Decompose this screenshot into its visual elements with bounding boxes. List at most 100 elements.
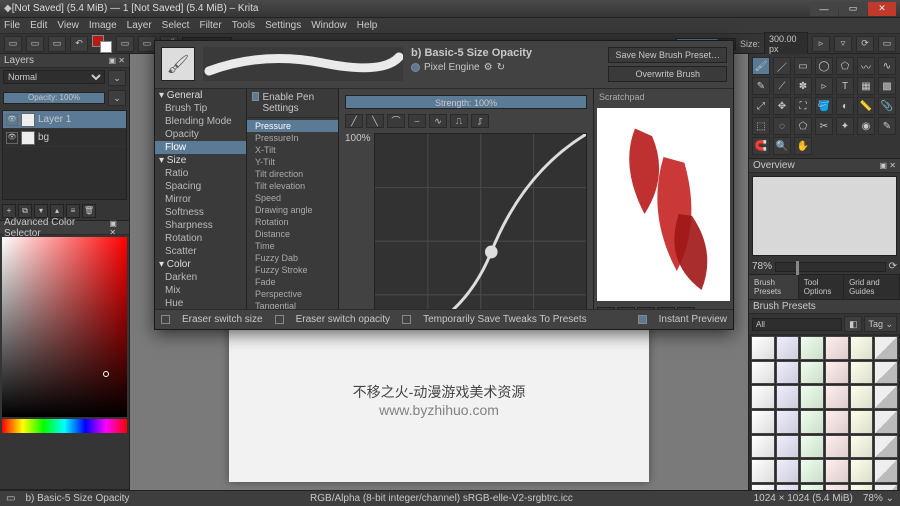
curve-preset-3[interactable]: ⌒: [387, 114, 405, 128]
brush-preset[interactable]: [825, 484, 849, 490]
color-swatch[interactable]: [92, 35, 112, 53]
brush-tree-item[interactable]: ▾ General: [155, 89, 246, 102]
brush-preset[interactable]: [776, 459, 800, 483]
temp-save-checkbox[interactable]: [402, 315, 411, 324]
visibility-icon[interactable]: 👁: [6, 132, 18, 144]
similar-select-tool[interactable]: ◉: [857, 117, 875, 135]
instant-preview-checkbox[interactable]: [638, 315, 647, 324]
size-input[interactable]: 300.00 px: [764, 32, 808, 56]
brush-preset[interactable]: [800, 484, 824, 490]
brush-preset[interactable]: [874, 435, 898, 459]
rect-select-tool[interactable]: ⬚: [752, 117, 770, 135]
layer-item[interactable]: 👁bg: [3, 129, 126, 147]
brush-tree-item[interactable]: Sharpness: [155, 219, 246, 232]
pattern-tool[interactable]: ▩: [878, 77, 896, 95]
wrap-button[interactable]: ⟳: [856, 36, 874, 52]
sensor-item[interactable]: X-Tilt: [247, 144, 338, 156]
visibility-icon[interactable]: 👁: [6, 114, 18, 126]
freehand-path-tool[interactable]: ✎: [752, 77, 770, 95]
bezier-select-tool[interactable]: ✎: [878, 117, 896, 135]
brush-preset[interactable]: [874, 459, 898, 483]
menu-select[interactable]: Select: [162, 20, 190, 31]
new-doc-button[interactable]: ▭: [4, 36, 22, 52]
gradient-chooser[interactable]: ▭: [116, 36, 134, 52]
brush-preset[interactable]: [825, 385, 849, 409]
assist-tool[interactable]: ◐: [836, 97, 854, 115]
sensor-item[interactable]: Time: [247, 240, 338, 252]
brush-preset[interactable]: [850, 484, 874, 490]
brush-preset[interactable]: [800, 459, 824, 483]
menu-tools[interactable]: Tools: [232, 20, 255, 31]
sensor-item[interactable]: Fuzzy Stroke: [247, 264, 338, 276]
brush-preset[interactable]: [825, 361, 849, 385]
overwrite-brush-button[interactable]: Overwrite Brush: [608, 66, 727, 82]
tab-brush-presets[interactable]: Brush Presets: [749, 275, 799, 299]
undo-button[interactable]: ↶: [70, 36, 88, 52]
poly-select-tool[interactable]: ⬠: [794, 117, 812, 135]
brush-preset[interactable]: [825, 459, 849, 483]
sensor-item[interactable]: Tangential pressure: [247, 300, 338, 309]
engine-settings-icon[interactable]: ⚙: [484, 62, 493, 73]
brush-preset[interactable]: [776, 484, 800, 490]
multibrush-tool[interactable]: ✽: [794, 77, 812, 95]
overview-close-icon[interactable]: ▣ ✕: [880, 161, 896, 170]
brush-tree-item[interactable]: Opacity: [155, 128, 246, 141]
menu-view[interactable]: View: [57, 20, 79, 31]
fill-tool[interactable]: 🪣: [815, 97, 833, 115]
freehand-brush-tool[interactable]: 🖌: [752, 57, 770, 75]
strength-slider[interactable]: Strength: 100%: [345, 95, 587, 109]
engine-reload-icon[interactable]: ↻: [497, 62, 505, 73]
brush-preset[interactable]: [825, 410, 849, 434]
layer-lock-button[interactable]: ⌄: [108, 90, 126, 106]
sensor-item[interactable]: Pressure: [247, 120, 338, 132]
status-zoom[interactable]: 78% ⌄: [863, 493, 894, 504]
curve-preset-5[interactable]: ∿: [429, 114, 447, 128]
preset-view-button[interactable]: ◧: [844, 316, 862, 332]
brush-preset[interactable]: [850, 385, 874, 409]
ellipse-select-tool[interactable]: ◌: [773, 117, 791, 135]
brush-preset[interactable]: [751, 435, 775, 459]
brush-preset[interactable]: [800, 410, 824, 434]
menu-image[interactable]: Image: [89, 20, 117, 31]
brush-preset[interactable]: [850, 336, 874, 360]
brush-preset[interactable]: [850, 435, 874, 459]
brush-preset[interactable]: [776, 361, 800, 385]
brush-tree-item[interactable]: Spacing: [155, 180, 246, 193]
brush-tree-item[interactable]: Flow: [155, 141, 246, 154]
menu-help[interactable]: Help: [357, 20, 378, 31]
open-doc-button[interactable]: ▭: [26, 36, 44, 52]
brush-preset[interactable]: [800, 385, 824, 409]
brush-option-tree[interactable]: ▾ GeneralBrush TipBlending ModeOpacityFl…: [155, 89, 247, 309]
layer-opacity-slider[interactable]: Opacity: 100%: [3, 92, 105, 104]
polyline-tool[interactable]: 〰: [857, 57, 875, 75]
brush-preset[interactable]: [874, 410, 898, 434]
curve-preset-6[interactable]: ⎍: [450, 114, 468, 128]
menu-layer[interactable]: Layer: [127, 20, 152, 31]
close-button[interactable]: ✕: [868, 2, 896, 16]
brush-preset[interactable]: [874, 361, 898, 385]
tab-tool-options[interactable]: Tool Options: [799, 275, 844, 299]
enable-pen-checkbox[interactable]: [252, 92, 259, 101]
ellipse-tool[interactable]: ◯: [815, 57, 833, 75]
sensor-item[interactable]: Drawing angle: [247, 204, 338, 216]
magnetic-select-tool[interactable]: 🧲: [752, 137, 770, 155]
brush-preset[interactable]: [825, 435, 849, 459]
brush-tree-item[interactable]: ▾ Color: [155, 258, 246, 271]
brush-preset[interactable]: [751, 410, 775, 434]
layer-blend-select[interactable]: Normal: [3, 70, 105, 84]
overview-canvas[interactable]: [752, 176, 897, 256]
ref-tool[interactable]: 📎: [878, 97, 896, 115]
menu-file[interactable]: File: [4, 20, 20, 31]
sensor-item[interactable]: PressureIn: [247, 132, 338, 144]
save-doc-button[interactable]: ▭: [48, 36, 66, 52]
engine-radio[interactable]: [411, 63, 420, 72]
move-tool[interactable]: ✥: [773, 97, 791, 115]
sensor-item[interactable]: Distance: [247, 228, 338, 240]
tab-grid-guides[interactable]: Grid and Guides: [844, 275, 900, 299]
curve-preset-7[interactable]: ⎎: [471, 114, 489, 128]
layer-item[interactable]: 👁Layer 1: [3, 111, 126, 129]
pan-tool[interactable]: ✋: [794, 137, 812, 155]
brush-tree-item[interactable]: Rotation: [155, 232, 246, 245]
sensor-list[interactable]: PressurePressureInX-TiltY-TiltTilt direc…: [247, 118, 338, 309]
brush-tree-item[interactable]: Darken: [155, 271, 246, 284]
